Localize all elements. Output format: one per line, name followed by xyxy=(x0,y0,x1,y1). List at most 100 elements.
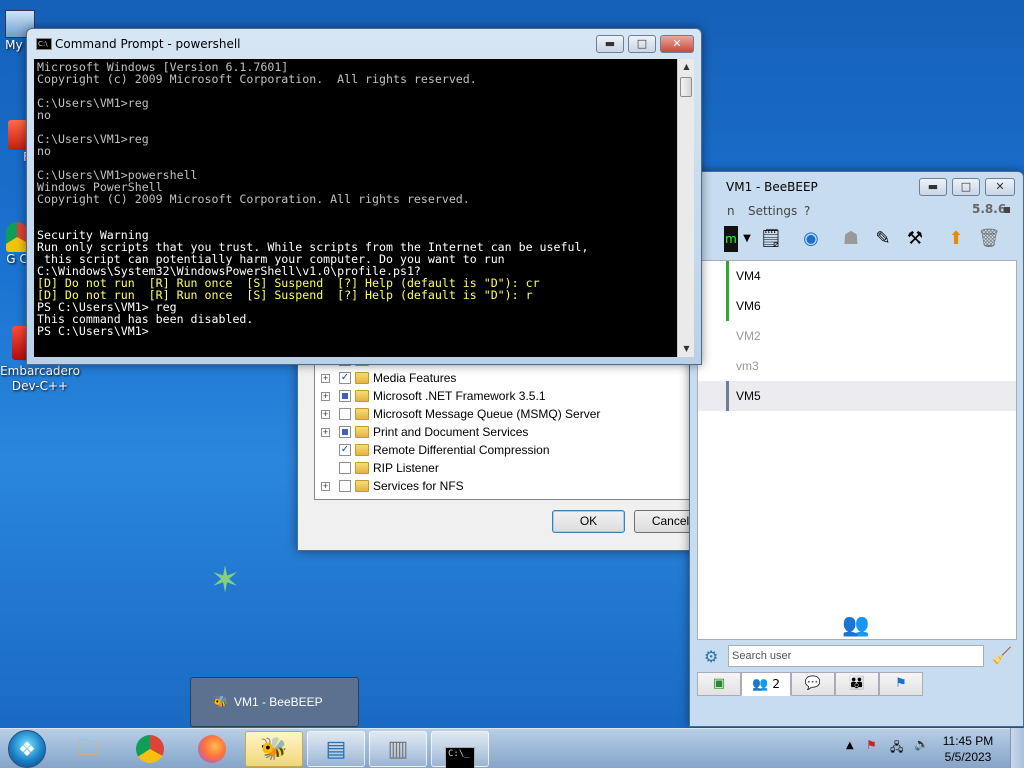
tab-chat-status[interactable]: ▣ xyxy=(697,672,741,696)
tab-users[interactable]: 👥 2 xyxy=(741,672,791,696)
user-status-indicator xyxy=(726,351,729,381)
ok-button[interactable]: OK xyxy=(552,510,625,533)
tab-chats[interactable]: 💬 xyxy=(791,672,835,696)
clear-search-icon[interactable]: ⚙ xyxy=(704,647,718,666)
expand-icon[interactable]: + xyxy=(321,392,330,401)
broom-icon[interactable]: 🧹 xyxy=(992,646,1012,665)
cmd-icon: C:\ xyxy=(36,38,52,50)
user-row[interactable]: VM6 xyxy=(698,291,1016,321)
network-icon[interactable]: ◉ xyxy=(798,226,824,252)
status-message-icon[interactable]: 🗒 xyxy=(758,226,784,252)
user-name: VM2 xyxy=(736,329,761,343)
feature-checkbox[interactable] xyxy=(339,390,351,402)
cmd-scrollbar[interactable]: ▲ ▼ xyxy=(677,59,694,357)
cmd-titlebar[interactable]: C:\ Command Prompt - powershell ▬ □ ✕ xyxy=(27,29,701,59)
tab-files[interactable]: ⚑ xyxy=(879,672,923,696)
contacts-icon[interactable]: ☗ xyxy=(838,226,864,252)
feature-checkbox[interactable]: ✓ xyxy=(339,372,351,384)
feature-row[interactable]: + ✓ Media Features xyxy=(315,369,687,387)
menu-item-network[interactable]: n xyxy=(727,204,735,218)
taskbar-preview[interactable]: 🐝 VM1 - BeeBEEP xyxy=(190,677,359,727)
feature-row[interactable]: + Microsoft .NET Framework 3.5.1 xyxy=(315,387,687,405)
action-center-icon[interactable]: ⚑ xyxy=(866,738,877,752)
dropdown-arrow-icon[interactable]: ▼ xyxy=(740,226,754,252)
feature-row[interactable]: + Print and Document Services xyxy=(315,423,687,441)
console-output[interactable]: Microsoft Windows [Version 6.1.7601] Copy… xyxy=(34,59,677,357)
folder-icon xyxy=(355,462,369,474)
trash-icon[interactable]: 🗑 xyxy=(976,226,1002,252)
user-status-indicator xyxy=(726,261,729,291)
feature-row[interactable]: ✓ Remote Differential Compression xyxy=(315,441,687,459)
feature-checkbox[interactable] xyxy=(339,426,351,438)
taskbar-beebeep[interactable]: 🐝 xyxy=(245,731,303,767)
taskbar-features[interactable]: ▤ xyxy=(307,731,365,767)
scroll-thumb[interactable] xyxy=(680,77,692,97)
start-button[interactable]: ❖ xyxy=(8,730,46,768)
maximize-button[interactable]: □ xyxy=(952,178,980,196)
close-button[interactable]: ✕ xyxy=(985,178,1015,196)
menu-item-settings[interactable]: Settings xyxy=(748,204,797,218)
console-line: C:\Users\VM1>reg xyxy=(37,96,149,110)
beebeep-tabs: ▣ 👥 2 💬 👪 ⚑ xyxy=(697,672,1015,696)
edit-icon[interactable]: ✎ xyxy=(870,226,896,252)
feature-label: RIP Listener xyxy=(373,461,439,475)
console-line: PS C:\Users\VM1> xyxy=(37,324,149,338)
user-row[interactable]: VM5 xyxy=(698,381,1016,411)
taskbar-chrome[interactable] xyxy=(121,731,179,767)
user-row[interactable]: VM4 xyxy=(698,261,1016,291)
clock-date: 5/5/2023 xyxy=(944,750,992,764)
folder-icon xyxy=(355,444,369,456)
tools-icon[interactable]: ⚒ xyxy=(902,226,928,252)
upgrade-icon[interactable]: ⬆ xyxy=(943,226,969,252)
user-row[interactable]: VM2 xyxy=(698,321,1016,351)
show-desktop-button[interactable] xyxy=(1010,728,1024,768)
taskbar-app[interactable]: ▥ xyxy=(369,731,427,767)
minimize-button[interactable]: ▬ xyxy=(596,35,624,53)
user-name: vm3 xyxy=(736,359,759,373)
feature-checkbox[interactable] xyxy=(339,408,351,420)
minimize-button[interactable]: ▬ xyxy=(919,178,947,196)
expand-icon[interactable]: + xyxy=(321,374,330,383)
beebeep-titlebar[interactable]: VM1 - BeeBEEP ▬ □ ✕ xyxy=(690,172,1023,202)
taskbar-cmd[interactable]: C:\_ xyxy=(431,731,489,768)
show-hidden-icons-icon[interactable]: ▲ xyxy=(846,740,854,751)
expand-icon[interactable]: + xyxy=(321,428,330,437)
expand-icon[interactable]: + xyxy=(321,410,330,419)
close-button[interactable]: ✕ xyxy=(660,35,694,53)
scroll-down-arrow-icon[interactable]: ▼ xyxy=(678,341,695,357)
user-row[interactable]: vm3 xyxy=(698,351,1016,381)
expand-icon[interactable]: + xyxy=(321,482,330,491)
user-status-indicator xyxy=(726,291,729,321)
feature-label: Microsoft .NET Framework 3.5.1 xyxy=(373,389,546,403)
folder-icon xyxy=(355,390,369,402)
maximize-button[interactable]: □ xyxy=(628,35,656,53)
network-tray-icon[interactable]: 🖧 xyxy=(890,738,903,759)
update-icon[interactable]: ▪ xyxy=(1003,202,1011,216)
bee-icon: 🐝 xyxy=(213,695,228,709)
status-icon[interactable]: m xyxy=(724,226,738,252)
taskbar-firefox[interactable] xyxy=(183,731,241,767)
feature-checkbox[interactable]: ✓ xyxy=(339,444,351,456)
feature-row[interactable]: + Microsoft Message Queue (MSMQ) Server xyxy=(315,405,687,423)
folder-icon xyxy=(355,408,369,420)
user-name: VM5 xyxy=(736,389,761,403)
search-user-input[interactable]: Search user xyxy=(728,645,984,667)
scroll-up-arrow-icon[interactable]: ▲ xyxy=(678,59,695,75)
cmd-icon: C:\_ xyxy=(445,747,475,768)
feature-checkbox[interactable] xyxy=(339,462,351,474)
volume-icon[interactable]: 🔊 xyxy=(914,737,929,751)
clock[interactable]: 11:45 PM 5/5/2023 xyxy=(938,733,998,765)
chrome-icon xyxy=(136,735,164,763)
console-line: no xyxy=(37,108,51,122)
console-line: C:\Users\VM1>reg xyxy=(37,132,149,146)
feature-row[interactable]: RIP Listener xyxy=(315,459,687,477)
menu-item-help[interactable]: ? xyxy=(804,204,810,218)
feature-checkbox[interactable] xyxy=(339,480,351,492)
feature-row[interactable]: + Services for NFS xyxy=(315,477,687,495)
desktop-icon-label: Embarcadero Dev-C++ xyxy=(0,364,80,393)
taskbar-explorer[interactable]: 🗀 xyxy=(60,731,118,767)
folder-icon: 🗀 xyxy=(77,736,100,761)
console-line: Copyright (c) 2009 Microsoft Corporation… xyxy=(37,72,477,86)
tab-groups[interactable]: 👪 xyxy=(835,672,879,696)
